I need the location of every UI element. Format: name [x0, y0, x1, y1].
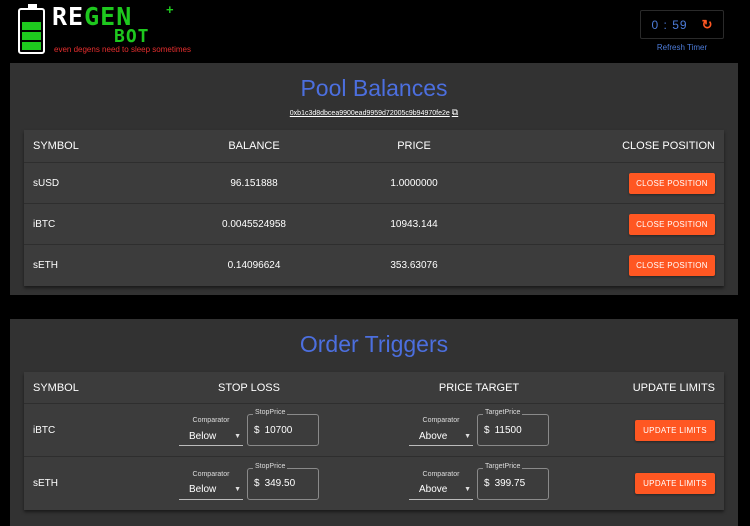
tagline: even degens need to sleep sometimes: [54, 45, 191, 54]
target-price-value: 11500: [494, 424, 522, 436]
price: 353.63076: [390, 260, 438, 271]
col-symbol: SYMBOL: [33, 140, 79, 152]
target-comparator-select[interactable]: Comparator Above ▼: [409, 417, 473, 446]
stop-loss-control: Comparator Below ▼ StopPrice $ 349.50: [179, 462, 319, 500]
balance: 0.14096624: [227, 260, 281, 271]
symbol: sUSD: [33, 177, 60, 189]
price-target-control: Comparator Above ▼ TargetPrice $ 11500: [409, 409, 549, 446]
close-position-button[interactable]: CLOSE POSITION: [629, 255, 715, 276]
currency-symbol: $: [484, 478, 490, 489]
symbol: iBTC: [33, 424, 56, 436]
battery-icon: [18, 4, 45, 54]
logo-plus: +: [166, 2, 174, 17]
target-price-value: 399.75: [494, 478, 526, 489]
price: 10943.144: [390, 218, 438, 230]
target-price-label: TargetPrice: [483, 409, 523, 416]
app-logo: REGEN + BOT even degens need to sleep so…: [18, 2, 191, 56]
pool-title: Pool Balances: [300, 75, 448, 101]
price: 1.0000000: [390, 177, 438, 189]
comparator-label: Comparator: [422, 417, 460, 424]
triggers-table: SYMBOL STOP LOSS PRICE TARGET UPDATE LIM…: [24, 372, 724, 510]
comparator-value: Above: [419, 430, 448, 442]
symbol: iBTC: [33, 218, 56, 230]
stop-price-input[interactable]: StopPrice $ 349.50: [247, 462, 319, 500]
caret-down-icon: ▼: [464, 486, 471, 493]
pool-table: SYMBOL BALANCE PRICE CLOSE POSITION sUSD…: [24, 130, 724, 286]
symbol: sETH: [33, 478, 58, 489]
stop-comparator-select[interactable]: Comparator Below ▼: [179, 471, 243, 500]
order-triggers-panel: Order Triggers SYMBOL STOP LOSS PRICE TA…: [10, 319, 738, 526]
col-price: PRICE: [397, 140, 431, 152]
stop-price-input[interactable]: StopPrice $ 10700: [247, 409, 319, 446]
stop-comparator-select[interactable]: Comparator Below ▼: [179, 417, 243, 446]
balance: 96.151888: [230, 177, 278, 189]
stop-price-label: StopPrice: [253, 462, 288, 470]
col-stop-loss: STOP LOSS: [218, 381, 280, 394]
close-position-button[interactable]: CLOSE POSITION: [629, 213, 715, 235]
timer-label: Refresh Timer: [656, 43, 708, 52]
col-update-limits: UPDATE LIMITS: [632, 381, 715, 394]
table-header: SYMBOL BALANCE PRICE CLOSE POSITION: [24, 130, 724, 163]
external-link-icon[interactable]: ⧉: [452, 107, 458, 118]
close-position-button[interactable]: CLOSE POSITION: [629, 172, 715, 194]
comparator-label: Comparator: [422, 470, 460, 478]
currency-symbol: $: [254, 424, 260, 436]
pool-address[interactable]: 0xb1c3d8dbcea9900ead9959d72005c9b94970fe…: [10, 107, 738, 118]
timer-value: 0 : 59: [651, 17, 688, 32]
currency-symbol: $: [254, 478, 260, 489]
table-header: SYMBOL STOP LOSS PRICE TARGET UPDATE LIM…: [24, 372, 724, 404]
pool-address-link[interactable]: 0xb1c3d8dbcea9900ead9959d72005c9b94970fe…: [290, 110, 450, 117]
stop-loss-control: Comparator Below ▼ StopPrice $ 10700: [179, 409, 319, 446]
price-target-control: Comparator Above ▼ TargetPrice $ 399.75: [409, 462, 549, 500]
pool-balances-panel: Pool Balances 0xb1c3d8dbcea9900ead9959d7…: [10, 63, 738, 295]
caret-down-icon: ▼: [234, 432, 241, 440]
stop-price-value: 10700: [264, 424, 293, 436]
col-balance: BALANCE: [228, 140, 280, 152]
target-price-input[interactable]: TargetPrice $ 11500: [477, 409, 549, 446]
balance: 0.0045524958: [222, 218, 286, 230]
col-symbol: SYMBOL: [33, 381, 79, 394]
target-comparator-select[interactable]: Comparator Above ▼: [409, 471, 473, 500]
col-close-position: CLOSE POSITION: [622, 140, 715, 152]
refresh-icon[interactable]: ↻: [702, 17, 713, 33]
comparator-label: Comparator: [192, 470, 230, 478]
caret-down-icon: ▼: [234, 486, 241, 493]
table-row: iBTC 0.0045524958 10943.144 CLOSE POSITI…: [24, 204, 724, 245]
table-row: sETH 0.14096624 353.63076 CLOSE POSITION: [24, 245, 724, 286]
target-price-input[interactable]: TargetPrice $ 399.75: [477, 462, 549, 500]
refresh-timer[interactable]: 0 : 59 ↻: [640, 10, 724, 39]
comparator-value: Below: [189, 484, 217, 495]
triggers-title: Order Triggers: [299, 331, 449, 357]
comparator-label: Comparator: [192, 417, 230, 424]
caret-down-icon: ▼: [464, 432, 471, 440]
table-row: sETH Comparator Below ▼ StopPrice $ 349.5…: [24, 457, 724, 510]
comparator-value: Above: [419, 484, 448, 495]
table-row: iBTC Comparator Below ▼ StopPrice $ 10700: [24, 404, 724, 457]
update-limits-button[interactable]: UPDATE LIMITS: [635, 419, 715, 441]
stop-price-label: StopPrice: [253, 409, 288, 416]
update-limits-button[interactable]: UPDATE LIMITS: [635, 473, 715, 494]
target-price-label: TargetPrice: [483, 462, 523, 470]
comparator-value: Below: [189, 430, 217, 442]
col-price-target: PRICE TARGET: [438, 381, 520, 394]
stop-price-value: 349.50: [264, 478, 296, 489]
logo-bot: BOT: [114, 26, 150, 47]
currency-symbol: $: [484, 424, 490, 436]
symbol: sETH: [33, 260, 58, 271]
table-row: sUSD 96.151888 1.0000000 CLOSE POSITION: [24, 163, 724, 204]
